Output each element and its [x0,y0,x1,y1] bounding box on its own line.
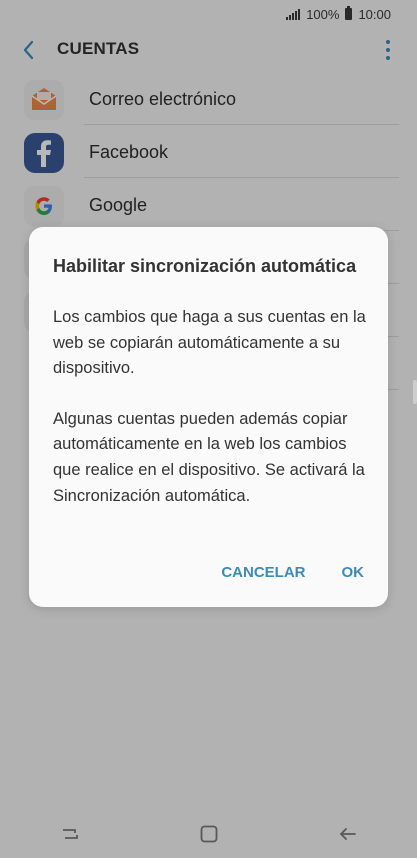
dialog-actions: CANCELAR OK [221,564,364,581]
dialog-body: Los cambios que haga a sus cuentas en la… [53,305,373,534]
edge-panel-handle[interactable] [413,380,417,404]
dialog-title: Habilitar sincronización automática [53,256,357,276]
cancel-button[interactable]: CANCELAR [221,564,305,581]
dialog-paragraph: Algunas cuentas pueden además copiar aut… [53,409,365,505]
dialog-paragraph: Los cambios que haga a sus cuentas en la… [53,308,366,378]
ok-button[interactable]: OK [342,564,365,581]
auto-sync-dialog: Habilitar sincronización automática Los … [29,227,388,607]
